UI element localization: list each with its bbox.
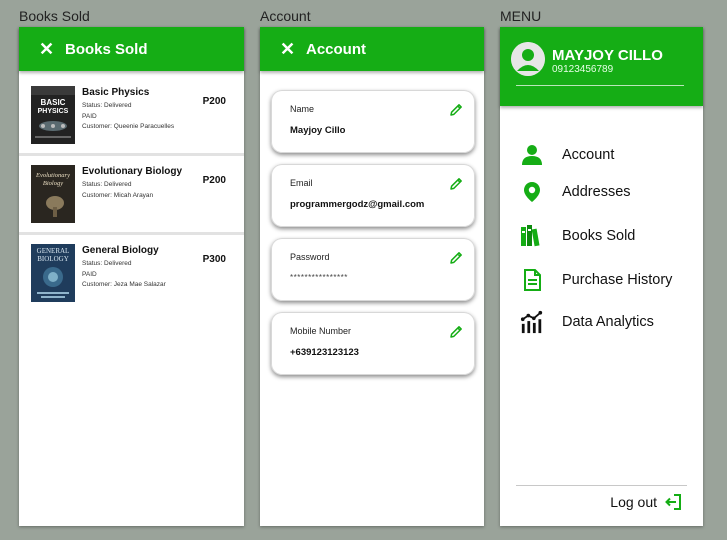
book-cover-image: BASIC PHYSICS (31, 86, 75, 144)
svg-text:Biology: Biology (43, 180, 63, 187)
receipt-icon (520, 268, 544, 292)
field-value: programmergodz@gmail.com (290, 199, 425, 210)
book-price: P300 (202, 254, 226, 265)
books-sold-screen: ✕ Books Sold BASIC PHYSICS Basic Physics… (19, 27, 244, 526)
email-field-card: Email programmergodz@gmail.com (271, 164, 475, 227)
menu-screen: MAYJOY CILLO 09123456789 Account Address… (500, 27, 703, 526)
menu-item-account[interactable]: Account (520, 143, 614, 167)
books-icon (520, 224, 544, 248)
book-status: Status: Delivered (82, 181, 132, 188)
close-icon[interactable]: ✕ (39, 39, 63, 60)
books-sold-header: ✕ Books Sold (19, 27, 244, 71)
name-field-card: Name Mayjoy Cillo (271, 90, 475, 153)
user-phone: 09123456789 (552, 64, 614, 75)
menu-item-purchase-history[interactable]: Purchase History (520, 268, 672, 292)
pencil-edit-icon[interactable] (448, 324, 464, 340)
mobile-number-field-card: Mobile Number +639123123123 (271, 312, 475, 375)
menu-item-label: Account (562, 147, 615, 163)
book-payment: PAID (82, 112, 97, 120)
book-title: General Biology (82, 245, 159, 256)
password-field-card: Password **************** (271, 238, 475, 301)
field-value: Mayjoy Cillo (290, 125, 346, 136)
svg-text:BIOLOGY: BIOLOGY (37, 255, 69, 263)
divider (516, 485, 687, 486)
book-list-item[interactable]: Evolutionary Biology Evolutionary Biolog… (19, 156, 244, 235)
book-status: Status: Delivered (82, 102, 132, 109)
location-pin-icon (520, 180, 544, 204)
book-list-item[interactable]: BASIC PHYSICS Basic Physics Status: Deli… (19, 77, 244, 156)
book-customer: Customer: Micah Arayan (82, 191, 154, 199)
pencil-edit-icon[interactable] (448, 250, 464, 266)
menu-item-label: Data Analytics (562, 314, 654, 330)
close-icon[interactable]: ✕ (280, 39, 304, 60)
logout-label: Log out (610, 494, 657, 510)
header-divider (516, 85, 684, 86)
menu-item-data-analytics[interactable]: Data Analytics (520, 310, 654, 334)
book-payment: PAID (82, 270, 97, 278)
account-screen: ✕ Account Name Mayjoy Cillo Email progra… (260, 27, 484, 526)
frame-label-account: Account (260, 8, 311, 24)
pencil-edit-icon[interactable] (448, 102, 464, 118)
book-title: Basic Physics (82, 87, 150, 98)
book-price: P200 (202, 175, 226, 186)
svg-text:Evolutionary: Evolutionary (35, 172, 70, 179)
user-name: MAYJOY CILLO (552, 47, 663, 64)
avatar (511, 42, 545, 76)
book-customer: Customer: Queenie Paracuelles (82, 123, 175, 130)
svg-text:BASIC: BASIC (41, 98, 66, 107)
field-value: **************** (290, 273, 348, 282)
analytics-icon (520, 310, 544, 334)
svg-text:GENERAL: GENERAL (37, 247, 70, 255)
menu-item-label: Books Sold (562, 228, 636, 244)
book-list-item[interactable]: GENERAL BIOLOGY General Biology Status: … (19, 235, 244, 314)
menu-item-label: Purchase History (562, 272, 673, 288)
frame-label-books-sold: Books Sold (19, 8, 90, 24)
book-status: Status: Delivered (82, 260, 132, 267)
frame-label-menu: MENU (500, 8, 542, 24)
menu-profile-header: MAYJOY CILLO 09123456789 (500, 27, 703, 106)
person-icon (520, 143, 544, 167)
menu-item-addresses[interactable]: Addresses (520, 180, 631, 204)
book-customer: Customer: Jeza Mae Salazar (82, 281, 166, 288)
svg-text:PHYSICS: PHYSICS (38, 108, 69, 115)
menu-item-books-sold[interactable]: Books Sold (520, 224, 635, 248)
book-cover-image: GENERAL BIOLOGY (31, 244, 75, 302)
book-cover-image: Evolutionary Biology (31, 165, 75, 223)
page-title: Books Sold (65, 40, 148, 58)
logout-button[interactable]: Log out (610, 493, 683, 511)
field-value: +639123123123 (290, 347, 359, 358)
book-price: P200 (202, 96, 226, 107)
book-title: Evolutionary Biology (82, 166, 183, 177)
pencil-edit-icon[interactable] (448, 176, 464, 192)
menu-item-label: Addresses (562, 184, 631, 200)
page-title: Account (306, 40, 366, 58)
logout-icon (665, 494, 681, 510)
account-header: ✕ Account (260, 27, 484, 71)
